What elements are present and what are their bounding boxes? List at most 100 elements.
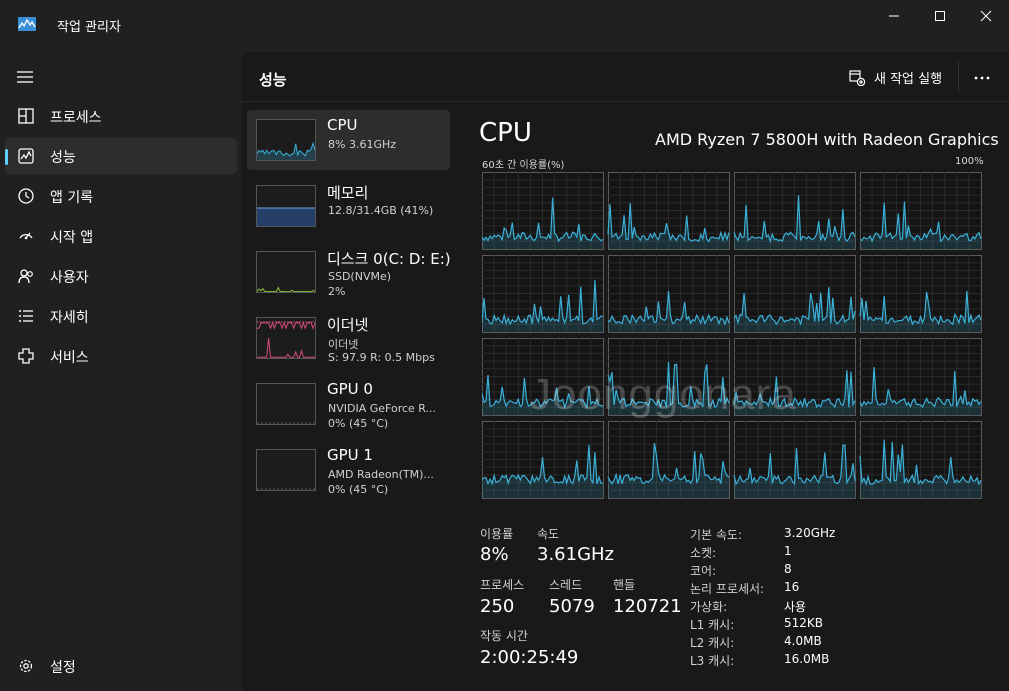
close-button[interactable] xyxy=(963,0,1009,32)
spec-value-l1-cache: 512KB xyxy=(784,616,824,630)
app-history-icon xyxy=(18,188,34,204)
sidebar-item-label: 프로세스 xyxy=(50,110,102,126)
spec-value-l3-cache: 16.0MB xyxy=(784,652,830,666)
uptime-label: 작동 시간 xyxy=(480,629,528,643)
device-detail: NVIDIA GeForce R... xyxy=(328,402,437,415)
startup-apps-icon xyxy=(19,232,33,240)
title-bar: 작업 관리자 xyxy=(0,0,1009,52)
window-title: 작업 관리자 xyxy=(57,20,121,35)
device-detail: SSD(NVMe) xyxy=(328,270,392,283)
sidebar-item-processes[interactable]: 프로세스 xyxy=(5,98,237,134)
active-indicator xyxy=(5,149,8,165)
main-header: 성능 새 작업 실행 xyxy=(242,52,1009,102)
memory-thumbnail-graph xyxy=(256,185,316,227)
minimize-button[interactable] xyxy=(871,0,917,32)
utilization-value: 8% xyxy=(480,544,509,565)
logical-processor-graph xyxy=(482,421,604,499)
processes-value: 250 xyxy=(480,596,515,617)
sidebar-item-details[interactable]: 자세히 xyxy=(5,298,237,334)
logical-processor-graph xyxy=(607,255,730,333)
logical-processor-graph xyxy=(733,421,856,499)
sidebar-item-app-history[interactable]: 앱 기록 xyxy=(5,178,237,214)
utilization-label: 이용률 xyxy=(480,527,514,541)
device-item-cpu[interactable]: CPU 8% 3.61GHz xyxy=(247,110,450,170)
spec-key-sockets: 소켓: xyxy=(690,546,717,560)
spec-key-base-speed: 기본 속도: xyxy=(690,528,743,542)
minimize-icon xyxy=(889,15,899,17)
device-detail: 이더넷 xyxy=(328,338,359,351)
logical-processor-graphs xyxy=(482,172,982,499)
device-item-memory[interactable]: 메모리 12.8/31.4GB (41%) xyxy=(247,176,450,236)
run-new-task-label: 새 작업 실행 xyxy=(874,72,943,87)
sidebar-item-services[interactable]: 서비스 xyxy=(5,338,237,374)
gear-icon xyxy=(19,659,33,673)
spec-key-virtualization: 가상화: xyxy=(690,600,728,614)
spec-key-l3-cache: L3 캐시: xyxy=(690,654,735,668)
device-detail-2: 0% (45 °C) xyxy=(328,483,389,496)
sidebar-item-settings[interactable]: 설정 xyxy=(5,648,237,684)
device-item-ethernet[interactable]: 이더넷 이더넷 S: 97.9 R: 0.5 Mbps xyxy=(247,308,450,368)
device-detail: 12.8/31.4GB (41%) xyxy=(328,204,434,217)
threads-value: 5079 xyxy=(549,596,595,617)
logical-processor-graph xyxy=(482,255,604,333)
spec-value-virtualization: 사용 xyxy=(784,600,807,614)
cpu-heading: CPU xyxy=(479,118,532,148)
device-detail-2: 0% (45 °C) xyxy=(328,417,389,430)
spec-value-l2-cache: 4.0MB xyxy=(784,634,822,648)
maximize-button[interactable] xyxy=(917,0,963,32)
logical-processor-graph xyxy=(859,172,982,250)
run-new-task-button[interactable]: 새 작업 실행 xyxy=(849,68,942,87)
sidebar-item-label: 시작 앱 xyxy=(50,230,94,246)
device-detail-2: S: 97.9 R: 0.5 Mbps xyxy=(328,351,435,364)
sidebar-item-label: 서비스 xyxy=(50,350,89,366)
logical-processor-graph xyxy=(607,172,730,250)
sidebar-item-label: 성능 xyxy=(50,150,76,166)
handles-value: 120721 xyxy=(613,596,682,617)
header-divider xyxy=(958,62,959,92)
processes-label: 프로세스 xyxy=(480,578,525,592)
logical-processor-graph xyxy=(482,172,604,250)
task-manager-app-icon xyxy=(18,17,36,31)
logical-processor-graph xyxy=(859,255,982,333)
device-detail: 8% 3.61GHz xyxy=(328,138,397,151)
device-name: 이더넷 xyxy=(327,316,369,334)
logical-processor-graph xyxy=(733,255,856,333)
graph-max-label: 100% xyxy=(955,156,984,167)
threads-label: 스레드 xyxy=(549,578,583,592)
ethernet-thumbnail-graph xyxy=(256,317,316,359)
main-panel: 성능 새 작업 실행 CPU 8% 3.61GHz 메모리 12.8/31.4G… xyxy=(242,52,1009,691)
more-icon xyxy=(974,76,990,80)
sidebar: 프로세스 성능 앱 기록 시작 앱 사용자 자세히 서비스 설정 xyxy=(0,52,242,691)
spec-value-logical-processors: 16 xyxy=(784,580,800,594)
sidebar-item-label: 설정 xyxy=(50,660,76,676)
spec-key-logical-processors: 논리 프로세서: xyxy=(690,582,765,596)
users-icon xyxy=(18,269,33,284)
logical-processor-graph xyxy=(733,172,856,250)
sidebar-item-performance[interactable]: 성능 xyxy=(5,138,237,174)
sidebar-item-users[interactable]: 사용자 xyxy=(5,258,237,294)
gpu1-thumbnail-graph xyxy=(256,449,316,491)
device-item-gpu0[interactable]: GPU 0 NVIDIA GeForce R... 0% (45 °C) xyxy=(247,374,450,434)
performance-icon xyxy=(18,148,34,164)
more-options-button[interactable] xyxy=(972,66,992,86)
device-name: CPU xyxy=(327,116,358,134)
device-detail: AMD Radeon(TM)... xyxy=(328,468,434,481)
sidebar-item-startup-apps[interactable]: 시작 앱 xyxy=(5,218,237,254)
uptime-value: 2:00:25:49 xyxy=(480,647,579,668)
speed-label: 속도 xyxy=(537,527,560,541)
logical-processor-graph xyxy=(859,338,982,416)
page-title: 성능 xyxy=(259,71,287,89)
hamburger-menu-icon[interactable] xyxy=(16,70,34,84)
graph-caption: 60초 간 이용률(%) xyxy=(482,160,565,171)
gpu0-thumbnail-graph xyxy=(256,383,316,425)
device-name: 디스크 0(C: D: E:) xyxy=(327,250,451,268)
speed-value: 3.61GHz xyxy=(537,544,615,565)
device-item-gpu1[interactable]: GPU 1 AMD Radeon(TM)... 0% (45 °C) xyxy=(247,440,450,500)
spec-key-l2-cache: L2 캐시: xyxy=(690,636,735,650)
sidebar-item-label: 자세히 xyxy=(50,310,89,326)
details-icon xyxy=(19,310,33,322)
device-name: 메모리 xyxy=(327,184,369,202)
spec-key-l1-cache: L1 캐시: xyxy=(690,618,735,632)
disk-thumbnail-graph xyxy=(256,251,316,293)
device-item-disk[interactable]: 디스크 0(C: D: E:) SSD(NVMe) 2% xyxy=(247,242,451,302)
